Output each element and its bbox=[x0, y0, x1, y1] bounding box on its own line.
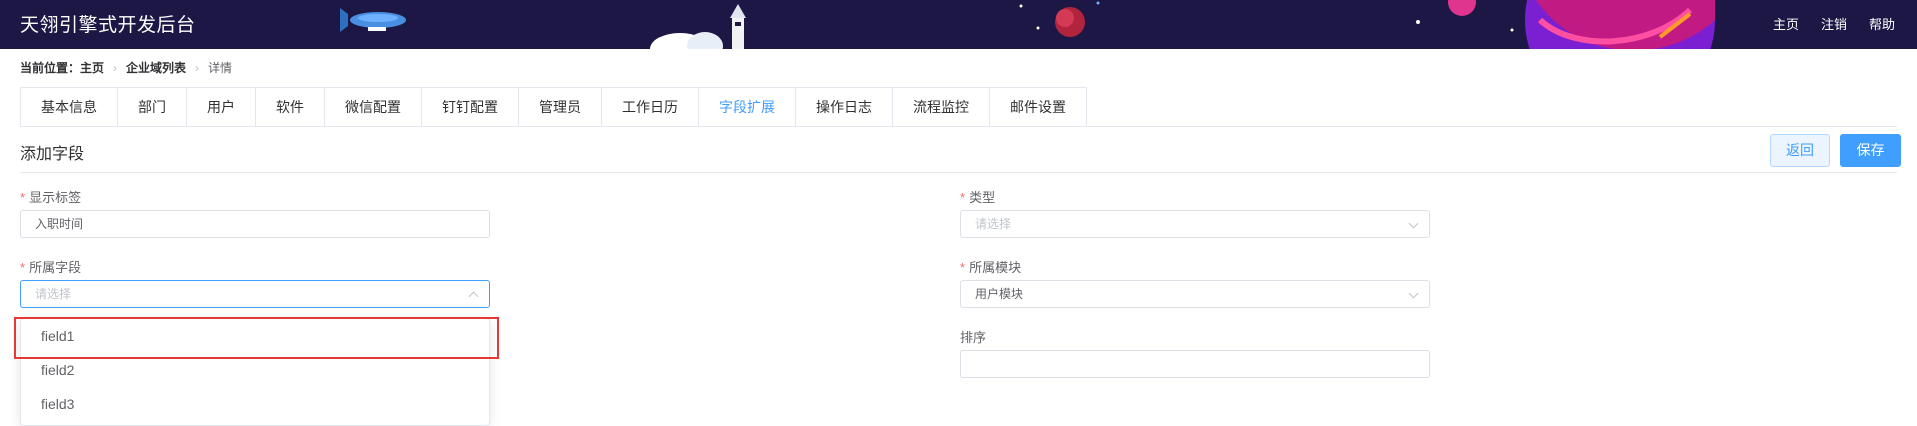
header-nav: 主页 注销 帮助 bbox=[1773, 14, 1895, 33]
chevron-down-icon bbox=[1408, 218, 1419, 229]
tab-wechat-config[interactable]: 微信配置 bbox=[325, 88, 422, 127]
save-button[interactable]: 保存 bbox=[1840, 134, 1901, 167]
breadcrumb-label: 当前位置： bbox=[20, 61, 81, 75]
type-label: * 类型 bbox=[960, 187, 995, 206]
breadcrumb-current: 详情 bbox=[208, 61, 233, 75]
dropdown-option-field3[interactable]: field3 bbox=[21, 387, 489, 421]
tab-software[interactable]: 软件 bbox=[256, 88, 325, 127]
required-mark: * bbox=[20, 190, 26, 205]
display-label-input[interactable]: 入职时间 bbox=[20, 210, 490, 238]
chevron-up-icon bbox=[468, 291, 479, 302]
field-select-placeholder: 请选择 bbox=[35, 287, 72, 301]
tab-departments[interactable]: 部门 bbox=[118, 88, 187, 127]
module-label: * 所属模块 bbox=[960, 257, 1021, 276]
back-button[interactable]: 返回 bbox=[1770, 134, 1830, 167]
tab-operation-log[interactable]: 操作日志 bbox=[796, 88, 893, 127]
chevron-right-icon: › bbox=[195, 60, 200, 75]
required-mark: * bbox=[960, 190, 966, 205]
tab-flow-monitor[interactable]: 流程监控 bbox=[893, 88, 990, 127]
breadcrumb-home[interactable]: 主页 bbox=[80, 59, 104, 76]
type-select-placeholder: 请选择 bbox=[975, 217, 1012, 231]
module-select[interactable]: 用户模块 bbox=[960, 280, 1430, 308]
tab-users[interactable]: 用户 bbox=[187, 88, 256, 127]
nav-home-link[interactable]: 主页 bbox=[1773, 14, 1799, 33]
nav-logout-link[interactable]: 注销 bbox=[1821, 14, 1847, 33]
tab-basic-info[interactable]: 基本信息 bbox=[21, 88, 118, 127]
tab-mail-settings[interactable]: 邮件设置 bbox=[990, 88, 1086, 127]
module-label-text: 所属模块 bbox=[969, 260, 1022, 275]
field-dropdown: field1 field2 field3 bbox=[20, 318, 490, 426]
nav-help-link[interactable]: 帮助 bbox=[1869, 14, 1895, 33]
field-select[interactable]: 请选择 bbox=[20, 280, 490, 308]
required-mark: * bbox=[20, 260, 26, 275]
chevron-down-icon bbox=[1408, 288, 1419, 299]
field-label: * 所属字段 bbox=[20, 257, 81, 276]
breadcrumb: 当前位置： 主页 › 企业域列表 › 详情 bbox=[20, 59, 232, 76]
dropdown-option-field2[interactable]: field2 bbox=[21, 353, 489, 387]
type-select[interactable]: 请选择 bbox=[960, 210, 1430, 238]
required-mark: * bbox=[960, 260, 966, 275]
field-label-text: 所属字段 bbox=[29, 260, 82, 275]
tab-bar-divider bbox=[20, 126, 1897, 127]
module-select-value: 用户模块 bbox=[975, 287, 1024, 301]
section-divider bbox=[20, 172, 1897, 173]
tab-work-calendar[interactable]: 工作日历 bbox=[602, 88, 699, 127]
display-label-label: * 显示标签 bbox=[20, 187, 81, 206]
tab-admins[interactable]: 管理员 bbox=[519, 88, 602, 127]
header-decoration bbox=[340, 0, 1715, 49]
tab-bar: 基本信息 部门 用户 软件 微信配置 钉钉配置 管理员 工作日历 字段扩展 操作… bbox=[20, 87, 1087, 127]
display-label-text: 显示标签 bbox=[29, 190, 82, 205]
breadcrumb-domain-list[interactable]: 企业域列表 bbox=[126, 59, 186, 76]
order-label: 排序 bbox=[960, 330, 987, 345]
tab-dingtalk-config[interactable]: 钉钉配置 bbox=[422, 88, 519, 127]
chevron-right-icon: › bbox=[113, 60, 118, 75]
dropdown-option-field1[interactable]: field1 bbox=[21, 319, 489, 353]
tab-field-extension[interactable]: 字段扩展 bbox=[699, 88, 796, 127]
section-title: 添加字段 bbox=[20, 146, 85, 163]
type-label-text: 类型 bbox=[969, 190, 996, 205]
order-input[interactable] bbox=[960, 350, 1430, 378]
app-title: 天翎引擎式开发后台 bbox=[20, 15, 196, 36]
top-header: 天翎引擎式开发后台 主页 注销 帮助 bbox=[0, 0, 1917, 49]
